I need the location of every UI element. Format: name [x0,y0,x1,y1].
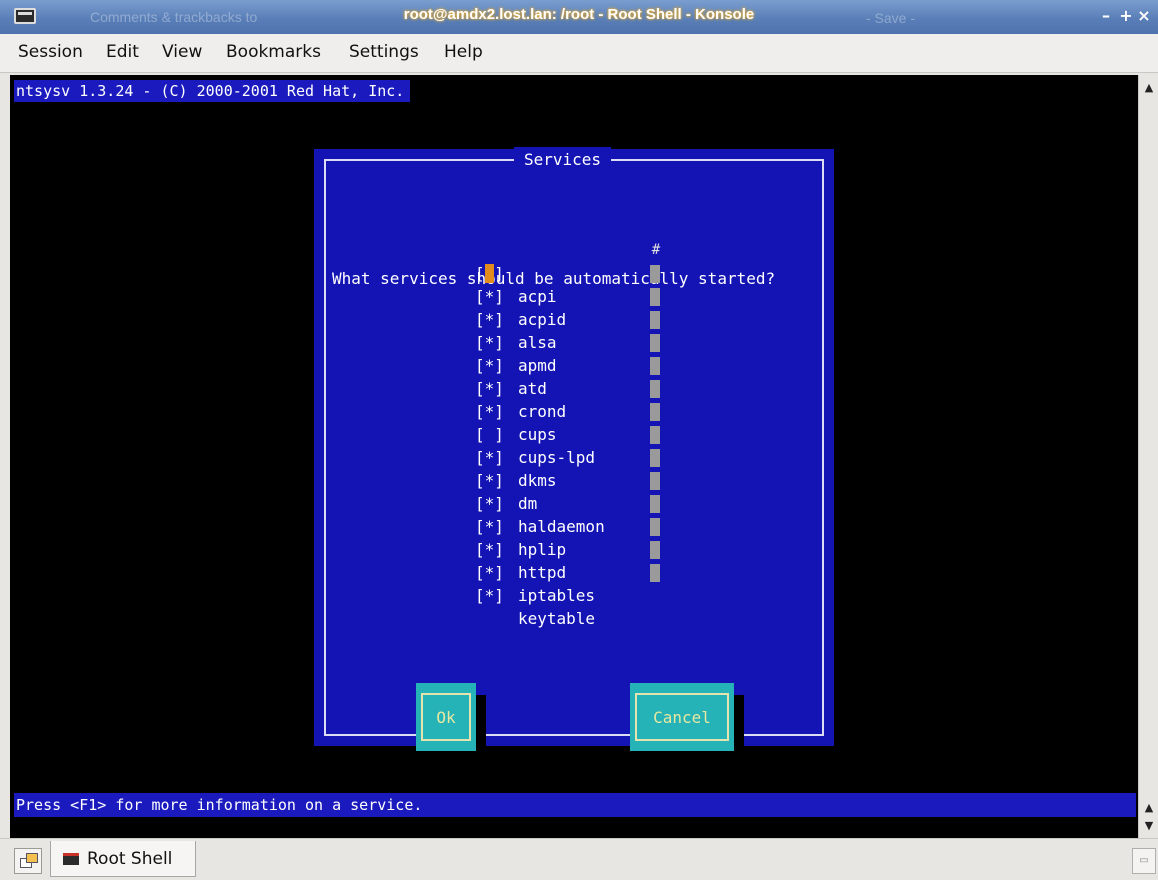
cancel-button[interactable]: Cancel [630,683,734,751]
maximize-button[interactable]: + [1118,6,1134,25]
scroll-up-arrow-icon[interactable]: ▲ [1139,801,1158,814]
service-row[interactable]: [*] acpid [475,262,675,329]
terminal-icon [63,853,79,865]
service-row[interactable]: [*] apmd [475,308,675,375]
close-tab-icon: ▭ [1139,855,1149,866]
scroll-up-arrow-icon[interactable]: ▲ [1139,81,1158,94]
list-scroll-track [650,288,660,306]
list-scroll-thumb[interactable]: # [650,239,662,262]
list-scroll-track [650,495,660,513]
window-title-bar[interactable]: Comments & trackbacks to - Save - root@a… [0,0,1158,34]
service-row[interactable]: [*] acpi [475,239,675,306]
close-window-button[interactable]: × [1136,6,1152,25]
menu-session[interactable]: Session [18,42,83,62]
ok-button-label: Ok [436,707,456,727]
menu-edit[interactable]: Edit [106,42,139,62]
service-row[interactable]: [*] dm [475,446,675,513]
terminal-status-line: Press <F1> for more information on a ser… [14,793,1136,817]
list-scroll-track [650,380,660,398]
list-scroll-track [650,449,660,467]
tab-root-shell[interactable]: Root Shell [50,841,196,877]
cancel-button-label: Cancel [653,707,711,727]
menu-bar: Session Edit View Bookmarks Settings Hel… [0,34,1158,73]
service-row[interactable]: [ ] cups-lpd [475,400,675,467]
dialog-title: Services [514,147,612,173]
menu-bookmarks[interactable]: Bookmarks [226,42,321,62]
menu-help[interactable]: Help [444,42,483,62]
service-row[interactable]: [*] httpd [475,515,675,582]
minimize-button[interactable]: – [1098,6,1114,25]
service-row[interactable]: [*] cups [475,377,675,444]
list-scroll-track [650,426,660,444]
service-row[interactable]: [*] alsa [475,285,675,352]
terminal-header-line: ntsysv 1.3.24 - (C) 2000-2001 Red Hat, I… [14,80,411,102]
list-scroll-track [650,334,660,352]
service-row[interactable]: [*] keytable [475,561,675,628]
service-row[interactable]: [*] haldaemon [475,469,675,536]
ok-button[interactable]: Ok [416,683,476,751]
scroll-down-arrow-icon[interactable]: ▼ [1139,819,1158,832]
close-tab-button[interactable]: ▭ [1132,848,1156,874]
service-row[interactable]: [*] dkms [475,423,675,490]
list-scroll-track [650,265,660,283]
service-row[interactable]: [*] atd [475,331,675,398]
terminal-scrollbar[interactable]: ▲ ▲ ▼ [1138,75,1158,838]
service-checkbox[interactable]: [*] [475,584,511,607]
list-scroll-track [650,311,660,329]
list-scroll-track [650,403,660,421]
list-scroll-track [650,472,660,490]
tab-bar: Root Shell ▭ [0,838,1158,880]
list-scroll-track [650,357,660,375]
list-scroll-track [650,564,660,582]
service-row[interactable]: [*] hplip [475,492,675,559]
window-icon [26,853,38,863]
service-row[interactable]: [*] iptables [475,538,675,605]
list-scroll-track [650,541,660,559]
new-session-button[interactable] [14,848,42,874]
terminal-screen[interactable]: ntsysv 1.3.24 - (C) 2000-2001 Red Hat, I… [10,75,1138,838]
tab-label: Root Shell [87,849,173,869]
service-name: keytable [518,609,596,628]
menu-view[interactable]: View [162,42,202,62]
menu-settings[interactable]: Settings [349,42,419,62]
service-row[interactable]: [*] crond [475,354,675,421]
list-scroll-track [650,518,660,536]
window-title: root@amdx2.lost.lan: /root - Root Shell … [403,6,755,23]
